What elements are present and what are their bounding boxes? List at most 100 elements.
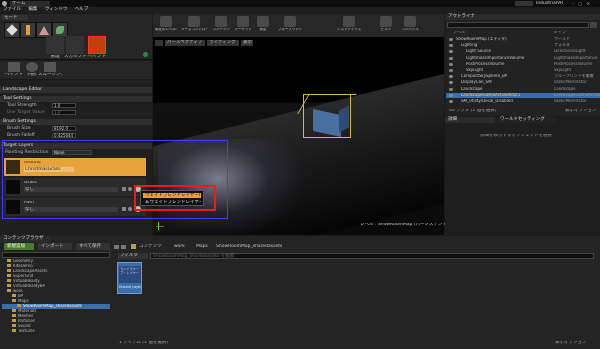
folder-tree-label: Materials [18, 309, 37, 313]
forward-icon[interactable] [121, 245, 126, 249]
visibility-eye-icon[interactable] [449, 75, 453, 79]
folder-search-input[interactable] [2, 252, 110, 258]
outliner-row[interactable]: Light Source DirectionalLight [446, 49, 600, 54]
outliner-row[interactable]: Landscape Landscape [446, 87, 600, 92]
visibility-eye-icon[interactable] [449, 69, 453, 72]
menu-window[interactable]: ウィンドウ [45, 7, 68, 13]
breadcrumb-work[interactable]: work [174, 244, 185, 249]
use-target-value-field[interactable]: 1.0 [52, 110, 76, 115]
source-control-button[interactable]: ソースコントロール [181, 15, 207, 36]
content-browser-tab[interactable]: コンテンツブラウザ [0, 236, 50, 242]
outliner-row[interactable]: Lighting フォルダ [446, 43, 600, 48]
close-icon[interactable]: ✕ [587, 1, 590, 6]
asset-search-placeholder: ShowRoomMap_sharedassets を検索 [153, 254, 235, 259]
brush-falloff-field[interactable]: 0.425644 [52, 133, 76, 138]
outliner-row-type: Landscape [554, 86, 576, 91]
visibility-eye-icon[interactable] [449, 56, 453, 60]
outliner-row[interactable]: SkyLight SkyLight [446, 68, 600, 73]
asset-tile-ground-layerinfo[interactable]: ランドスケープ・レイヤー Ground_LayerInfo [117, 262, 142, 294]
show-button[interactable]: 表示 [241, 40, 253, 46]
details-empty-text: 詳細を表示するオブジェクトを選択 [480, 134, 552, 138]
visibility-eye-icon[interactable] [449, 87, 453, 91]
minimize-icon[interactable]: – [572, 1, 574, 6]
outliner-row[interactable]: SM_Utility/Decal_Disabled StaticMeshActor [446, 99, 600, 104]
visibility-eye-icon[interactable] [449, 38, 453, 41]
menu-edit[interactable]: 編集 [28, 7, 37, 13]
content-button[interactable]: コンテンツ [211, 15, 231, 36]
blueprint-icon [284, 16, 296, 27]
filter-button[interactable]: フィルタ [118, 253, 148, 259]
outliner-options-icon[interactable] [590, 22, 597, 28]
outliner-row[interactable]: DisplayCan_SM StaticMeshActor [446, 80, 600, 85]
circle-brush-icon[interactable] [26, 62, 38, 72]
outliner-search-input[interactable] [447, 22, 589, 28]
visibility-eye-icon[interactable] [449, 50, 453, 54]
maximize-icon[interactable]: □ [578, 1, 582, 6]
folder-icon [12, 309, 16, 312]
settings-icon [257, 16, 269, 27]
details-tab[interactable]: 詳細 [445, 117, 495, 123]
outliner-row[interactable]: LandscapeGizmoActiveActor1 LandscapeGizmo… [446, 92, 600, 98]
folder-tree-label: Meshes [18, 314, 34, 318]
window-controls[interactable]: – □ ✕ [572, 1, 598, 6]
outliner-col-label[interactable]: ラベル [452, 31, 466, 36]
breadcrumb-maps[interactable]: Maps [196, 244, 208, 249]
build-button[interactable]: ビルド [378, 15, 394, 36]
outliner-row[interactable]: CompactSkySphere_BP ブループリントを編集 [446, 74, 600, 79]
paint-icon[interactable] [88, 36, 106, 54]
import-button[interactable]: インポート [38, 243, 72, 250]
breadcrumb-content[interactable]: コンテンツ [139, 244, 162, 249]
paint-brush-icon[interactable] [8, 62, 20, 72]
landscape-editor-header[interactable]: Landscape Editor [0, 87, 152, 93]
lighting-button[interactable]: ライティング [207, 40, 239, 46]
cinematics-button[interactable]: シネマティクス [336, 15, 362, 36]
visibility-eye-icon[interactable] [449, 81, 453, 85]
breadcrumb-sharedassets[interactable]: ShowRoomMap_sharedassets [216, 244, 282, 249]
doc-search-input[interactable] [515, 1, 533, 6]
tool-settings-header[interactable]: Tool Settings [0, 96, 152, 102]
outliner-view-options[interactable]: 表示オプション [565, 109, 597, 114]
perspective-button[interactable]: パースペクティブ [165, 40, 205, 46]
outliner-row[interactable]: ShowRoomMap (エディタ) ワールド [446, 37, 600, 42]
asset-search-input[interactable]: ShowRoomMap_sharedassets を検索 [150, 253, 594, 259]
compile-button[interactable]: コンパイル [400, 15, 420, 36]
visibility-eye-icon[interactable] [449, 62, 453, 66]
brush-settings-header[interactable]: Brush Settings [0, 119, 152, 125]
outliner-col-type[interactable]: タイプ [553, 31, 567, 36]
manage-icon[interactable] [46, 36, 64, 54]
folder-icon [7, 284, 11, 287]
blueprint-button[interactable]: ブループリント [276, 15, 304, 36]
folder-tree-label: work [13, 289, 23, 293]
add-new-button[interactable]: 新規追加 [4, 243, 34, 250]
folder-tree-item[interactable]: Textures [2, 329, 110, 334]
smooth-icon[interactable] [44, 62, 56, 72]
paint-mode-icon[interactable] [20, 22, 36, 38]
back-icon[interactable] [114, 245, 119, 249]
brush-size-label: Brush Size [7, 126, 31, 131]
sculpt-icon[interactable] [66, 36, 84, 54]
smooth-tool-label: スムージング [38, 73, 62, 77]
visibility-eye-icon[interactable] [449, 93, 453, 97]
visibility-eye-icon[interactable] [449, 100, 453, 103]
world-settings-tab[interactable]: ワールドセッティング [497, 117, 557, 123]
content-view-options[interactable]: 表示オプション [555, 341, 587, 346]
modes-tab[interactable]: モード [2, 15, 28, 20]
menu-file[interactable]: ファイル [3, 7, 21, 13]
visibility-eye-icon[interactable] [449, 44, 453, 48]
outliner-tab[interactable]: アウトライナ [445, 14, 600, 20]
tool-strength-field[interactable]: 1.0 [52, 103, 76, 108]
folder-tree-label: BP [18, 294, 24, 298]
menu-help[interactable]: ヘルプ [75, 7, 89, 13]
folder-tree-label: Maps [18, 299, 29, 303]
brush-size-field[interactable]: 8192.0 [52, 126, 76, 131]
place-mode-icon[interactable] [4, 22, 20, 38]
folder-icon [12, 324, 16, 327]
status-ok-icon [143, 52, 148, 57]
save-all-button[interactable]: すべて保存 [76, 243, 110, 250]
market-button[interactable]: マーケット [233, 15, 253, 36]
viewport-menu-icon[interactable] [155, 40, 163, 46]
outliner-row[interactable]: LightmassImportanceVolume LightmassImport… [446, 56, 600, 61]
save-level-button[interactable]: 現在のレベルを保存 [155, 15, 177, 36]
settings-button[interactable]: 設定 [255, 15, 271, 36]
outliner-row[interactable]: PostProcessVolume PostProcessVolume [446, 62, 600, 67]
